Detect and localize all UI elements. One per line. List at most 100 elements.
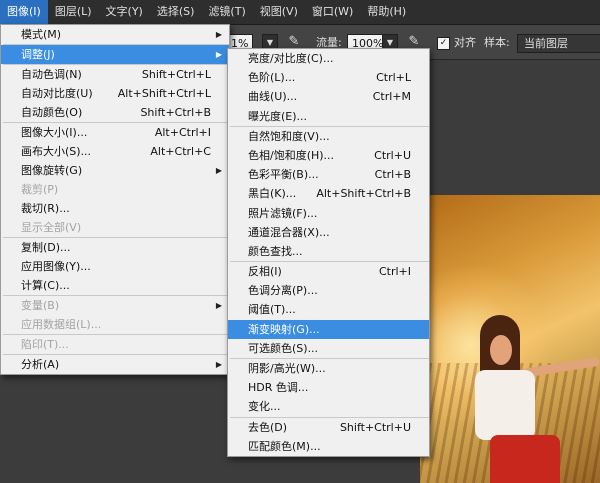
menu-item[interactable]: 色调分离(P)... [228,281,429,300]
chevron-down-icon: ▼ [266,38,274,47]
menu-item[interactable]: 自动对比度(U) Alt+Shift+Ctrl+L [1,84,229,103]
menu-item-label: 阴影/高光(W)... [248,362,326,375]
menubar-item[interactable]: 视图(V) [253,0,305,24]
submenu-arrow-icon: ▶ [215,301,222,310]
menu-item[interactable]: 自动色调(N) Shift+Ctrl+L [1,65,229,84]
menu-item-label: 分析(A) [21,358,60,371]
menu-item[interactable]: 自然饱和度(V)... [228,127,429,146]
menu-item-label: 阈值(T)... [248,303,296,317]
menu-item-label: 裁剪(P) [21,183,59,196]
menu-item-label: 颜色查找... [248,244,303,258]
menu-item[interactable]: 色相/饱和度(H)... Ctrl+U [228,146,429,165]
menu-item[interactable]: 自动颜色(O) Shift+Ctrl+B [1,103,229,122]
menu-item-label: 色调分离(P)... [248,284,318,298]
menu-item-label: 黑白(K)... [248,187,297,201]
menu-item-shortcut: Ctrl+I [378,265,411,279]
menu-item[interactable]: 可选颜色(S)... [228,339,429,358]
menu-item-label: 自然饱和度(V)... [248,129,330,143]
menu-item[interactable]: 图像大小(I)... Alt+Ctrl+I [1,123,229,142]
menubar-item[interactable]: 图像(I) [0,0,48,24]
menu-item-shortcut: Ctrl+B [374,168,411,182]
menu-item-label: 亮度/对比度(C)... [248,52,334,65]
menu-item[interactable]: 黑白(K)... Alt+Shift+Ctrl+B [228,184,429,203]
menu-item-label: 匹配颜色(M)... [248,439,321,453]
menu-item-shortcut: Alt+Ctrl+C [150,145,211,158]
menubar-item[interactable]: 选择(S) [150,0,202,24]
menu-item[interactable]: 颜色查找... [228,242,429,261]
submenu-arrow-icon: ▶ [215,166,222,175]
menu-item-label: 自动颜色(O) [21,106,83,119]
menu-item-label: 应用数据组(L)... [21,318,102,331]
menu-item-label: 反相(I) [248,265,282,279]
menu-item-shortcut: Alt+Shift+Ctrl+L [117,87,211,100]
menu-item[interactable]: 计算(C)... [1,276,229,295]
menu-item-label: 渐变映射(G)... [248,322,320,336]
align-checkbox[interactable]: ✓ [437,37,450,50]
menu-item-label: 可选颜色(S)... [248,341,319,355]
menu-item[interactable]: 分析(A) ▶ [1,355,229,374]
menu-item-label: 色彩平衡(B)... [248,168,319,182]
menu-item-label: 曝光度(E)... [248,109,308,123]
menu-item-label: 图像大小(I)... [21,126,88,139]
menubar-item[interactable]: 滤镜(T) [201,0,252,24]
menu-item-label: 调整(J) [21,48,55,61]
menu-item-shortcut: Alt+Ctrl+I [154,126,211,139]
menu-item: 应用数据组(L)... [1,315,229,334]
sample-label: 样本: [484,36,510,49]
menu-item-label: 变量(B) [21,299,60,312]
image-menu: 模式(M) ▶ 调整(J) ▶ 自动色调(N) Shift+Ctrl+L 自动对比度(U) A… [0,24,230,375]
menu-item-label: 自动对比度(U) [21,87,93,100]
menu-item[interactable]: 图像旋转(G) ▶ [1,161,229,180]
menu-item[interactable]: 曲线(U)... Ctrl+M [228,87,429,106]
menu-item[interactable]: 反相(I) Ctrl+I [228,262,429,281]
menubar-item[interactable]: 图层(L) [48,0,99,24]
woman-shirt [475,370,535,440]
menu-item-label: 曲线(U)... [248,90,298,104]
menu-item-label: 图像旋转(G) [21,164,83,177]
menu-item-label: 模式(M) [21,28,62,41]
menu-item-label: HDR 色调... [248,381,309,395]
menu-item-label: 显示全部(V) [21,221,82,234]
document-canvas[interactable] [420,195,600,483]
menu-item[interactable]: 变化... [228,397,429,416]
menu-item-label: 裁切(R)... [21,202,70,215]
menu-item[interactable]: HDR 色调... [228,378,429,397]
menu-item[interactable]: 调整(J) ▶ [1,45,229,64]
menu-item-label: 应用图像(Y)... [21,260,91,273]
menu-item[interactable]: 模式(M) ▶ [1,25,229,44]
menu-item[interactable]: 通道混合器(X)... [228,223,429,242]
menubar-item[interactable]: 文字(Y) [99,0,150,24]
woman-face [490,335,512,365]
menu-item[interactable]: 色阶(L)... Ctrl+L [228,68,429,87]
menu-item[interactable]: 阴影/高光(W)... [228,359,429,378]
menu-item[interactable]: 色彩平衡(B)... Ctrl+B [228,165,429,184]
menu-item-label: 去色(D) [248,420,288,434]
menu-item[interactable]: 曝光度(E)... [228,107,429,126]
menu-item-shortcut: Shift+Ctrl+L [141,68,211,81]
menu-item-shortcut: Shift+Ctrl+U [339,420,411,434]
menu-item-label: 复制(D)... [21,241,71,254]
menu-item[interactable]: 去色(D) Shift+Ctrl+U [228,418,429,437]
sample-select[interactable]: 当前图层 [517,34,600,53]
menu-item: 显示全部(V) [1,218,229,237]
menu-item: 裁剪(P) [1,180,229,199]
menu-item-label: 色阶(L)... [248,71,296,85]
menu-item[interactable]: 渐变映射(G)... [228,319,429,339]
menu-item[interactable]: 照片滤镜(F)... [228,204,429,223]
menu-item[interactable]: 裁切(R)... [1,199,229,218]
menu-item-label: 变化... [248,400,281,414]
menu-item[interactable]: 画布大小(S)... Alt+Ctrl+C [1,142,229,161]
menu-item: 陷印(T)... [1,335,229,354]
menu-item[interactable]: 匹配颜色(M)... [228,437,429,456]
submenu-arrow-icon: ▶ [215,30,222,39]
menubar-item[interactable]: 窗口(W) [305,0,360,24]
menu-item-label: 计算(C)... [21,279,70,292]
menu-item[interactable]: 阈值(T)... [228,300,429,319]
menu-item-shortcut: Ctrl+L [376,71,411,85]
menu-item-label: 画布大小(S)... [21,145,92,158]
menu-item[interactable]: 应用图像(Y)... [1,257,229,276]
menu-item[interactable]: 复制(D)... [1,238,229,257]
menu-item[interactable]: 亮度/对比度(C)... [228,49,429,68]
submenu-arrow-icon: ▶ [215,50,222,59]
menubar-item[interactable]: 帮助(H) [360,0,413,24]
